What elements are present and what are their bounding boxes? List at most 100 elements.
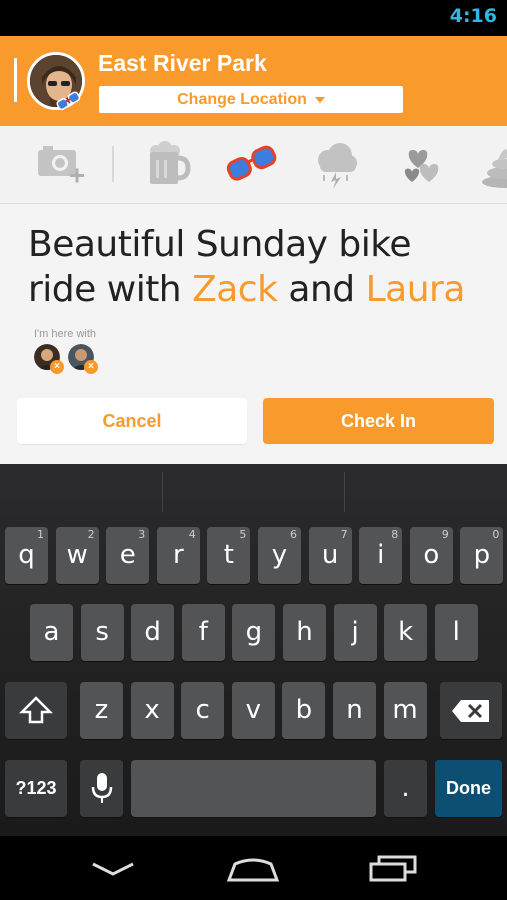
key-w[interactable]: w2 — [55, 527, 99, 584]
shift-key[interactable] — [5, 682, 67, 739]
hearts-icon[interactable] — [395, 138, 447, 190]
key-n-label: n — [346, 695, 363, 725]
venue-header: East River Park Change Location — [0, 36, 507, 126]
key-r-number-hint: 4 — [188, 528, 196, 541]
shift-icon — [18, 696, 54, 724]
symbols-key-label: ?123 — [15, 778, 57, 798]
key-y-number-hint: 6 — [290, 528, 297, 541]
back-chevron-icon[interactable] — [83, 850, 143, 886]
key-e[interactable]: e3 — [106, 527, 150, 584]
mention-laura[interactable]: Laura — [366, 269, 466, 310]
status-bar: 4:16 — [0, 0, 507, 36]
shout-text[interactable]: Beautiful Sunday bike ride with Zack and… — [28, 222, 488, 312]
sunglasses-icon[interactable] — [226, 138, 278, 190]
key-m[interactable]: m — [383, 682, 427, 739]
key-v-label: v — [245, 695, 261, 725]
key-h[interactable]: h — [283, 604, 326, 661]
space-bar[interactable] — [131, 760, 376, 817]
key-b-label: b — [295, 695, 313, 725]
key-t-number-hint: 5 — [239, 528, 247, 541]
key-e-label: e — [119, 540, 136, 570]
microphone-icon — [91, 773, 112, 803]
suggestion-divider — [344, 472, 345, 512]
key-p-number-hint: 0 — [492, 528, 500, 541]
mention-zack[interactable]: Zack — [192, 269, 278, 310]
poop-icon[interactable] — [478, 138, 507, 190]
cancel-button[interactable]: Cancel — [17, 398, 247, 444]
key-w-label: w — [66, 540, 88, 570]
key-h-label: h — [296, 617, 313, 647]
key-d[interactable]: d — [131, 604, 175, 661]
key-u[interactable]: u7 — [308, 527, 352, 584]
caret-down-icon — [314, 96, 325, 103]
key-n[interactable]: n — [333, 682, 376, 739]
key-g[interactable]: g — [232, 604, 276, 661]
recent-apps-icon[interactable] — [363, 850, 423, 886]
sticker-divider — [112, 146, 114, 182]
key-f[interactable]: f — [181, 604, 225, 661]
sticker-row — [0, 126, 507, 204]
key-s-label: s — [95, 617, 109, 647]
storm-cloud-icon[interactable] — [310, 138, 362, 190]
status-time: 4:16 — [449, 5, 497, 27]
key-f-label: f — [198, 617, 208, 647]
key-k[interactable]: k — [384, 604, 428, 661]
key-s[interactable]: s — [80, 604, 124, 661]
period-key[interactable]: . — [384, 760, 427, 817]
key-y[interactable]: y6 — [258, 527, 301, 584]
key-i[interactable]: i8 — [359, 527, 403, 584]
here-with-label: I'm here with — [34, 328, 97, 340]
key-m-label: m — [392, 695, 418, 725]
key-p-label: p — [473, 540, 491, 570]
key-v[interactable]: v — [231, 682, 275, 739]
key-a-label: a — [43, 617, 60, 647]
home-icon[interactable] — [223, 850, 283, 886]
check-in-button[interactable]: Check In — [263, 398, 494, 444]
key-c-label: c — [195, 695, 210, 725]
camera-plus-icon[interactable] — [34, 138, 86, 190]
key-r[interactable]: r4 — [156, 527, 200, 584]
key-u-number-hint: 7 — [340, 528, 348, 541]
key-t-label: t — [223, 540, 234, 570]
change-location-button[interactable]: Change Location — [99, 86, 403, 113]
key-c[interactable]: c — [181, 682, 225, 739]
key-r-label: r — [172, 540, 184, 570]
done-key[interactable]: Done — [435, 760, 502, 817]
key-b[interactable]: b — [282, 682, 326, 739]
change-location-label: Change Location — [177, 91, 307, 108]
shout-text-and: and — [277, 269, 366, 310]
key-o[interactable]: o9 — [409, 527, 453, 584]
compose-area: Beautiful Sunday bike ride with Zack and… — [0, 204, 507, 464]
key-z-label: z — [94, 695, 109, 725]
key-y-label: y — [271, 540, 288, 570]
key-i-number-hint: 8 — [391, 528, 399, 541]
key-t[interactable]: t5 — [207, 527, 251, 584]
venue-name: East River Park — [98, 50, 267, 76]
navigation-bar — [0, 836, 507, 900]
key-o-label: o — [423, 540, 440, 570]
key-q[interactable]: q1 — [5, 527, 48, 584]
remove-friend-button[interactable]: × — [84, 360, 98, 374]
key-x[interactable]: x — [130, 682, 174, 739]
voice-input-key[interactable] — [80, 760, 123, 817]
key-p[interactable]: p0 — [460, 527, 504, 584]
key-w-number-hint: 2 — [87, 528, 95, 541]
suggestion-divider — [162, 472, 163, 512]
key-z[interactable]: z — [80, 682, 123, 739]
key-l[interactable]: l — [434, 604, 478, 661]
key-q-label: q — [18, 540, 35, 570]
key-l-label: l — [452, 617, 460, 647]
soft-keyboard: q 1 w 2 e 3 r 4 t 5 y 6 u 7 i 8 o 9 p 0 a s d f g h j k l z x c v b n m ?123… — [0, 464, 507, 836]
sunglasses-badge-icon — [56, 91, 81, 111]
remove-friend-button[interactable]: × — [50, 360, 64, 374]
key-x-label: x — [144, 695, 160, 725]
key-a[interactable]: a — [30, 604, 73, 661]
done-key-label: Done — [446, 778, 491, 798]
key-q-number-hint: 1 — [37, 528, 44, 541]
key-d-label: d — [144, 617, 161, 647]
beer-mug-icon[interactable] — [140, 138, 192, 190]
backspace-key[interactable] — [440, 682, 502, 739]
symbols-key[interactable]: ?123 — [5, 760, 67, 817]
key-j[interactable]: j — [333, 604, 377, 661]
key-k-label: k — [398, 617, 414, 647]
